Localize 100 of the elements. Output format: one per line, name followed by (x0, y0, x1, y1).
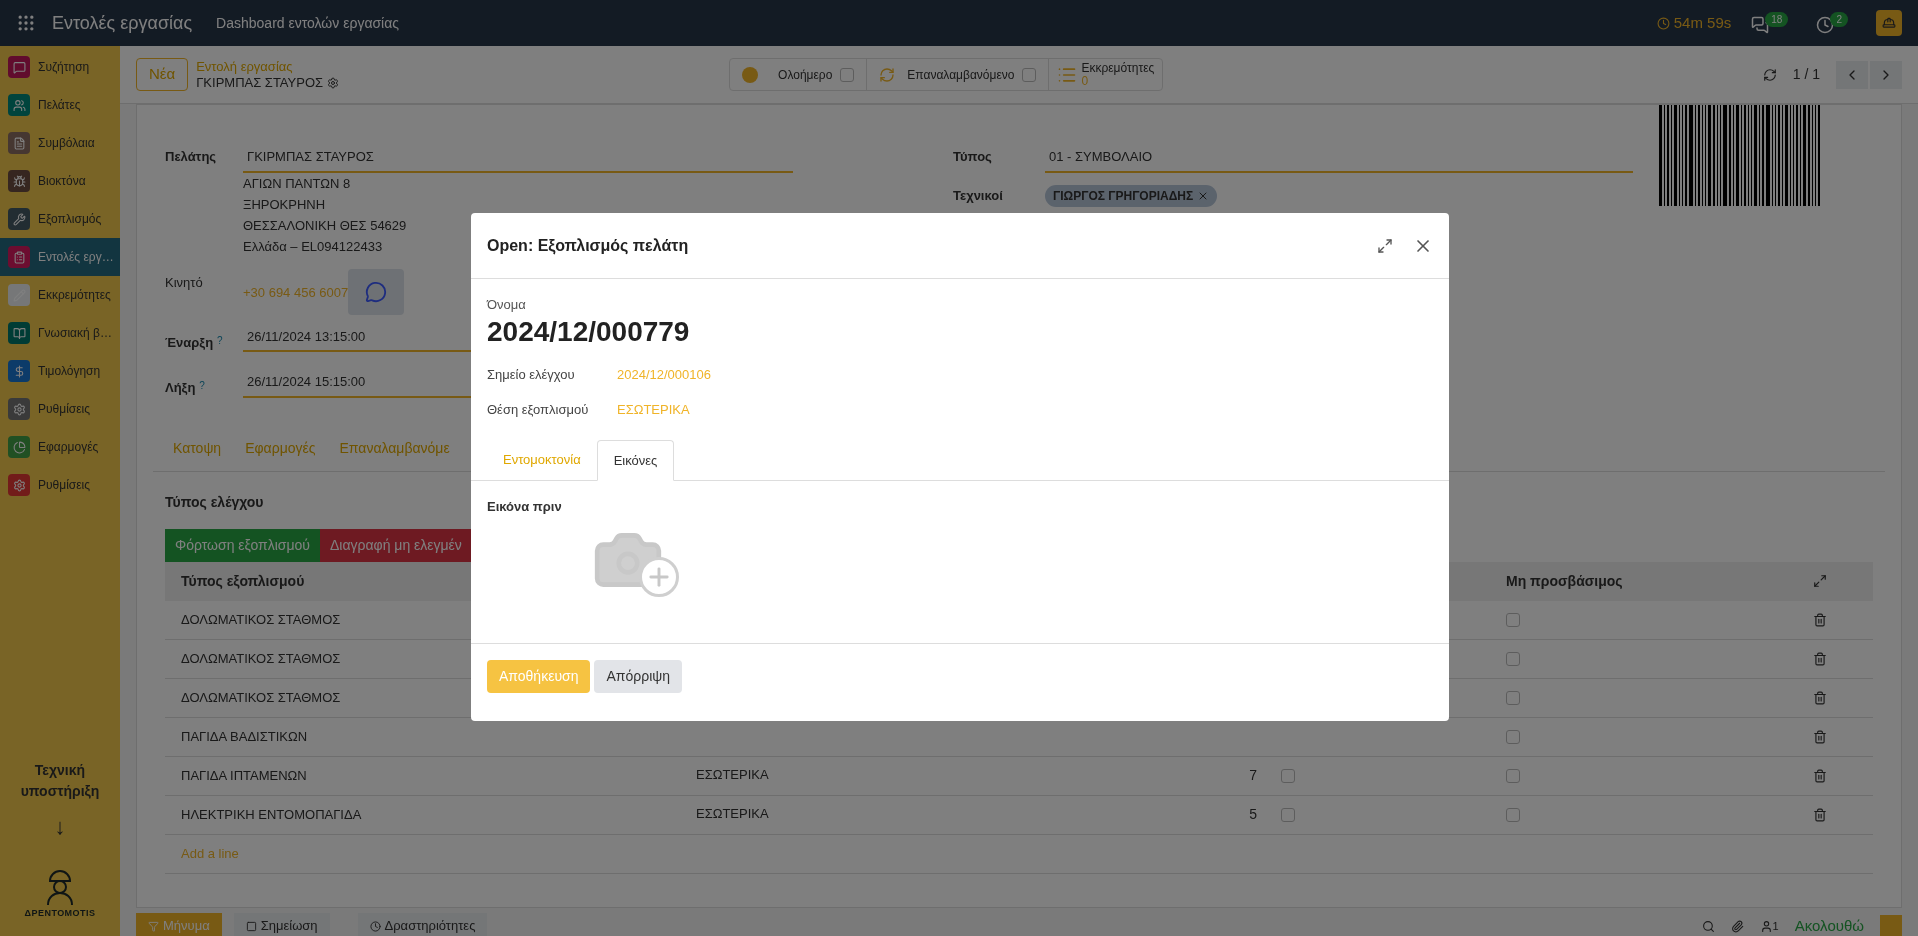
add-line-link[interactable]: Add a line (181, 843, 239, 864)
inaccessible-checkbox[interactable] (1506, 690, 1520, 705)
field-label: Τεχνικοί (953, 186, 1004, 205)
delete-icon[interactable] (1813, 768, 1827, 783)
table-cell-text: ΕΣΩΤΕΡΙΚΑ (696, 766, 769, 784)
form-tab[interactable]: Επαναλαμβανόμε (339, 437, 450, 459)
customer-field[interactable]: ΓΚΙΡΜΠΑΣ ΣΤΑΥΡΟΣ (243, 143, 793, 173)
delete-icon[interactable] (1813, 612, 1827, 627)
table-cell: ΗΛΕΚΤΡΙΚΗ ΕΝΤΟΜΟΠΑΓΙΔΑ (181, 806, 362, 822)
phone-link[interactable]: +30 694 456 6007 (243, 282, 349, 302)
chatter-button[interactable]: Σημείωση (233, 913, 330, 936)
field-label: Θέση εξοπλισμού (487, 401, 590, 419)
address-line: ΑΓΙΩΝ ΠΑΝΤΩΝ 8 (243, 174, 351, 193)
inaccessible-checkbox[interactable] (1506, 729, 1520, 744)
field-label: Σημείο ελέγχου (487, 365, 576, 384)
new-button[interactable]: Νέα (136, 58, 189, 91)
help-mark[interactable]: ? (217, 332, 223, 352)
field-link[interactable]: ΕΣΩΤΕΡΙΚΑ (617, 400, 690, 420)
activities-icon[interactable] (1816, 16, 1835, 34)
field-label: Λήξη (165, 379, 196, 397)
delete-icon[interactable] (1813, 690, 1827, 705)
sidebar-item[interactable]: Εκκρεμότητες (0, 276, 120, 314)
sidebar-item[interactable]: Ρυθμίσεις (0, 466, 120, 504)
dialog-button[interactable]: Αποθήκευση (487, 660, 591, 693)
sidebar-item[interactable]: Εξοπλισμός (0, 200, 120, 238)
toggle-checkbox[interactable] (840, 67, 855, 82)
sidebar-item[interactable]: Γνωσιακή β… (0, 314, 120, 352)
app-title[interactable]: Εντολές εργασίας (52, 9, 193, 37)
previous-button[interactable] (1836, 60, 1868, 89)
sidebar-item[interactable]: Πελάτες (0, 86, 120, 124)
menu-item[interactable]: Dashboard εντολών εργασίας (216, 12, 400, 34)
module-icon (8, 436, 30, 458)
dialog-button[interactable]: Απόρριψη (594, 660, 683, 693)
sms-button[interactable] (348, 268, 405, 315)
form-tab[interactable]: Κατοψη (173, 437, 222, 459)
action-button[interactable]: Διαγραφή μη ελεγμέν (319, 528, 472, 562)
row-checkbox[interactable] (1281, 768, 1295, 783)
sidebar-item[interactable]: Εφαρμογές (0, 428, 120, 466)
messages-icon[interactable] (1751, 16, 1770, 34)
technician-tag[interactable]: ΓΙΩΡΓΟΣ ΓΡΗΓΟΡΙΑΔΗΣ (1045, 184, 1218, 207)
settings-icon[interactable] (327, 76, 340, 89)
expand-icon[interactable] (1813, 574, 1827, 588)
user-avatar[interactable] (1876, 10, 1902, 36)
search-icon[interactable] (1701, 919, 1715, 933)
table-cell: ΔΟΛΩΜΑΤΙΚΟΣ ΣΤΑΘΜΟΣ (181, 611, 341, 627)
app-menu-icon[interactable] (16, 13, 36, 33)
user-icon[interactable] (1759, 919, 1773, 933)
inaccessible-checkbox[interactable] (1506, 612, 1520, 627)
row-checkbox[interactable] (1281, 807, 1295, 822)
delete-icon[interactable] (1813, 729, 1827, 744)
type-field[interactable]: 01 - ΣΥΜΒΟΛΑΙΟ (1045, 143, 1633, 173)
sidebar-item[interactable]: Βιοκτόνα (0, 162, 120, 200)
table-cell-text: 7 (1249, 766, 1257, 785)
field-label: Κινητό (165, 273, 204, 292)
dialog-tab[interactable]: Εντομοκτονία (487, 439, 597, 481)
table-cell: ΠΑΓΙΔΑ ΒΑΔΙΣΤΙΚΩΝ (181, 728, 308, 744)
reload-icon[interactable] (1762, 67, 1777, 82)
arrow-text: ↓ (54, 812, 66, 841)
delete-icon[interactable] (1813, 807, 1827, 822)
toggle-checkbox[interactable] (1022, 67, 1037, 82)
sidebar-item[interactable]: Εντολές εργ… (0, 238, 120, 276)
module-icon (8, 94, 30, 116)
field-label: Πελάτης (165, 148, 218, 166)
module-icon (8, 246, 30, 268)
sidebar-item[interactable]: Τιμολόγηση (0, 352, 120, 390)
inaccessible-checkbox[interactable] (1506, 807, 1520, 822)
support-text: Τεχνική υποστήριξη (19, 760, 101, 801)
pager-text: 1 / 1 (1792, 65, 1820, 84)
module-icon (8, 170, 30, 192)
field-link[interactable]: 2024/12/000106 (617, 364, 711, 384)
pending-button[interactable]: Εκκρεμότητες 0 (1049, 59, 1163, 90)
expand-icon[interactable] (1377, 237, 1393, 254)
dialog-tab[interactable]: Εικόνες (596, 439, 675, 481)
address-line: ΘΕΣΣΑΛΟΝΙΚΗ ΘΕΣ 54629 (243, 216, 407, 235)
pending-count: 0 (1081, 74, 1089, 88)
next-button[interactable] (1870, 60, 1902, 89)
sidebar-item[interactable]: Ρυθμίσεις (0, 390, 120, 428)
timer[interactable]: 54m 59s (1673, 11, 1732, 35)
paperclip-icon[interactable] (1730, 919, 1744, 933)
help-mark[interactable]: ? (199, 378, 205, 398)
table-cell-text: 5 (1249, 805, 1257, 824)
breadcrumb-link[interactable]: Εντολή εργασίας (196, 58, 340, 75)
inaccessible-checkbox[interactable] (1506, 651, 1520, 666)
sidebar-item[interactable]: Συμβόλαια (0, 124, 120, 162)
modal-title: Open: Εξοπλισμός πελάτη (487, 235, 689, 257)
delete-icon[interactable] (1813, 651, 1827, 666)
sidebar-item[interactable]: Συζήτηση (0, 48, 120, 86)
field-label: Τύπος (953, 148, 993, 166)
chatter-button[interactable]: Δραστηριότητες (357, 913, 488, 936)
chatter-button[interactable]: Μήνυμα (136, 913, 222, 936)
toggle-label: Ολοήμερο (778, 66, 833, 84)
field-label: Όνομα (487, 296, 527, 314)
filter-icon (148, 920, 159, 932)
inaccessible-checkbox[interactable] (1506, 768, 1520, 783)
module-icon (8, 284, 30, 306)
form-tab[interactable]: Εφαρμογές (245, 437, 316, 459)
follow-link[interactable]: Ακολουθώ (1794, 914, 1864, 936)
section-title: Τύπος ελέγχου (164, 492, 265, 512)
action-button[interactable]: Φόρτωση εξοπλισμού (165, 528, 320, 562)
module-icon (8, 398, 30, 420)
